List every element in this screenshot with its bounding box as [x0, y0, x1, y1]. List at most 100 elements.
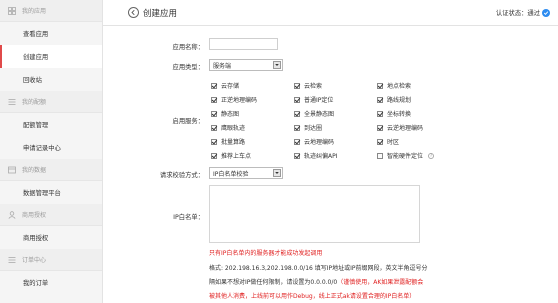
service-checkbox[interactable]: 云逆地理编码	[377, 123, 423, 132]
sidebar-item-label: 回收站	[23, 77, 42, 84]
service-checkbox[interactable]: 正逆地理编码	[211, 95, 257, 104]
user-icon	[8, 210, 16, 219]
service-label: 云逆地理编码	[387, 125, 424, 132]
back-button[interactable]	[128, 7, 139, 18]
service-label: 坐标转换	[387, 111, 412, 118]
sidebar-group-label: 我的应用	[22, 8, 47, 15]
list-icon	[8, 98, 16, 106]
checkbox-icon	[377, 152, 383, 159]
chevron-down-icon	[273, 169, 281, 177]
service-label: 全景静态图	[304, 111, 335, 118]
service-checkbox[interactable]: 智能硬件定位?	[377, 151, 435, 160]
checkbox-icon	[294, 96, 300, 103]
service-checkbox[interactable]: 云地理编码	[294, 137, 334, 146]
sidebar-item-label: 我的订单	[23, 280, 49, 287]
checkbox-icon	[294, 138, 300, 145]
app-type-select[interactable]: 服务端	[209, 59, 283, 71]
service-checkbox[interactable]: 到达圈	[294, 123, 322, 132]
service-label: 普通IP定位	[304, 97, 334, 104]
checkbox-icon	[377, 82, 383, 89]
service-checkbox[interactable]: 云存储	[211, 81, 239, 90]
auth-status: 认证状态：通过	[496, 8, 550, 17]
service-checkbox[interactable]: 批量算路	[211, 137, 245, 146]
checkbox-icon	[294, 82, 300, 89]
sidebar-group-commercial-license[interactable]: 商用授权	[0, 204, 102, 226]
service-label: 云地理编码	[304, 139, 335, 146]
service-checkbox[interactable]: 地点检索	[377, 81, 411, 90]
sidebar-group-label: 订单中心	[22, 257, 47, 264]
sidebar-item-label: 商用授权	[23, 235, 49, 242]
sidebar-group-my-quota[interactable]: 我的配额	[0, 91, 102, 113]
sidebar-item-label: 数据管理平台	[23, 190, 61, 197]
service-checkbox[interactable]: 轨迹纠偏API	[294, 151, 338, 160]
chevron-down-icon	[273, 61, 281, 69]
page-header: 创建应用 认证状态：通过	[103, 0, 558, 26]
checkbox-icon	[294, 110, 300, 117]
sidebar-group-my-apps[interactable]: 我的应用	[0, 0, 102, 22]
service-label: 智能硬件定位	[387, 153, 424, 160]
sidebar-item-commercial-license[interactable]: 商用授权	[0, 226, 102, 249]
service-label: 推荐上车点	[221, 153, 252, 160]
sidebar-group-label: 我的数据	[22, 167, 47, 174]
format-note-line1: 格式: 202.198.16.3,202.198.0.0/16 填写IP地址或I…	[209, 263, 428, 272]
sidebar-group-my-data[interactable]: 我的数据	[0, 159, 102, 181]
format-warning-text: 被其他人消费，上线前可以用作Debug，线上正式ak请设置合理的IP白名单）	[209, 293, 416, 300]
checkbox-icon	[211, 152, 217, 159]
service-checkbox[interactable]: 鹰眼轨迹	[211, 123, 245, 132]
checkbox-icon	[294, 124, 300, 131]
checkbox-icon	[377, 124, 383, 131]
sidebar-item-my-orders[interactable]: 我的订单	[0, 271, 102, 294]
format-note-line2: 隔如果不想对IP做任何限制，请设置为0.0.0.0/0（谨慎使用，AK如果泄露配…	[209, 277, 423, 286]
app-type-label: 应用类型：	[172, 64, 204, 71]
service-checkbox[interactable]: 云检索	[294, 81, 322, 90]
service-checkbox[interactable]: 坐标转换	[377, 109, 411, 118]
service-label: 云存储	[221, 83, 240, 90]
sidebar-item-create-app[interactable]: 创建应用	[0, 45, 102, 68]
sidebar-item-recycle-bin[interactable]: 回收站	[0, 68, 102, 91]
checkbox-icon	[211, 110, 217, 117]
format-note-text: 格式: 202.198.16.3,202.198.0.0/16 填写IP地址或I…	[209, 265, 428, 272]
service-checkbox[interactable]: 全景静态图	[294, 109, 334, 118]
checkbox-icon	[211, 96, 217, 103]
format-warning-text: （谨慎使用，AK如果泄露配额会	[337, 279, 424, 286]
verify-method-label: 请求校验方式：	[159, 172, 204, 179]
format-note-line3: 被其他人消费，上线前可以用作Debug，线上正式ak请设置合理的IP白名单）	[209, 291, 415, 300]
service-checkbox[interactable]: 静态图	[211, 109, 239, 118]
service-checkbox[interactable]: 推荐上车点	[211, 151, 251, 160]
database-icon	[8, 166, 16, 174]
verify-method-select[interactable]: IP白名单校验	[209, 167, 283, 179]
service-label: 批量算路	[221, 139, 246, 146]
list-icon	[8, 256, 16, 264]
checkbox-icon	[377, 96, 383, 103]
sidebar-group-label: 我的配额	[22, 99, 47, 106]
sidebar-item-data-platform[interactable]: 数据管理平台	[0, 181, 102, 204]
service-label: 轨迹纠偏API	[304, 153, 338, 160]
sidebar-item-view-apps[interactable]: 查看应用	[0, 22, 102, 45]
service-checkbox[interactable]: 时区	[377, 137, 399, 146]
app-name-input[interactable]	[209, 38, 278, 50]
sidebar-item-quota-management[interactable]: 配额管理	[0, 113, 102, 136]
services-label: 启用服务：	[172, 118, 204, 125]
checkbox-icon	[377, 138, 383, 145]
service-label: 地点检索	[387, 83, 412, 90]
verified-icon	[542, 8, 550, 17]
service-checkbox[interactable]: 路线规划	[377, 95, 411, 104]
service-label: 路线规划	[387, 97, 412, 104]
grid-icon	[8, 6, 16, 15]
checkbox-icon	[294, 152, 300, 159]
ip-whitelist-textarea[interactable]	[209, 185, 420, 243]
auth-status-text: 认证状态：通过	[495, 10, 540, 17]
help-icon[interactable]: ?	[428, 152, 435, 159]
sidebar-item-label: 申请记录中心	[23, 145, 61, 152]
verify-method-value: IP白名单校验	[213, 170, 249, 178]
service-label: 到达圈	[304, 125, 323, 132]
sidebar-group-order-center[interactable]: 订单中心	[0, 249, 102, 271]
checkbox-icon	[211, 82, 217, 89]
sidebar-group-label: 商用授权	[22, 212, 47, 219]
service-label: 时区	[387, 139, 400, 146]
arrow-left-icon	[131, 9, 135, 16]
service-checkbox[interactable]: 普通IP定位	[294, 95, 333, 104]
service-label: 鹰眼轨迹	[221, 125, 246, 132]
sidebar-item-application-records[interactable]: 申请记录中心	[0, 136, 102, 159]
ip-whitelist-label: IP白名单：	[173, 214, 204, 221]
